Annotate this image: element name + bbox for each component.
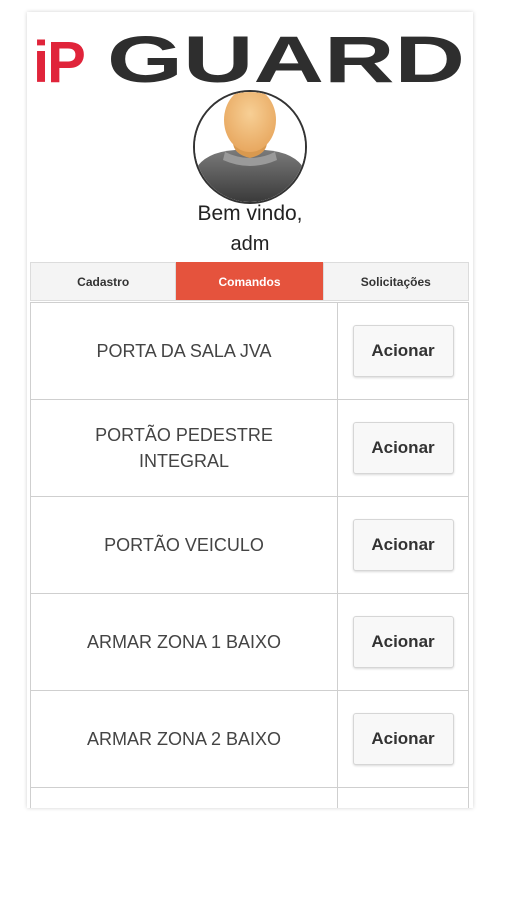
table-row: ARMAR ZONA 1 BAIXO Acionar [30, 594, 469, 691]
logo-prefix: iP [33, 30, 84, 94]
tab-comandos[interactable]: Comandos [176, 262, 323, 300]
commands-table: PORTA DA SALA JVA Acionar PORTÃO PEDESTR… [30, 302, 469, 808]
table-row-partial [30, 788, 469, 808]
username-text: adm [230, 233, 270, 255]
command-action-cell: Acionar [338, 594, 469, 690]
command-name: ARMAR ZONA 2 BAIXO [30, 691, 338, 787]
logo-main: GUARD [107, 22, 465, 94]
user-avatar [193, 90, 307, 204]
command-name [30, 788, 338, 808]
acionar-button[interactable]: Acionar [352, 713, 454, 765]
command-name: ARMAR ZONA 1 BAIXO [30, 594, 338, 690]
tab-cadastro[interactable]: Cadastro [30, 262, 177, 300]
command-action-cell: Acionar [338, 303, 469, 399]
table-row: PORTÃO VEICULO Acionar [30, 497, 469, 594]
acionar-button[interactable]: Acionar [352, 616, 454, 668]
command-action-cell: Acionar [338, 691, 469, 787]
command-action-cell: Acionar [338, 497, 469, 593]
acionar-button[interactable]: Acionar [352, 422, 454, 474]
command-action-cell [338, 788, 469, 808]
ipguard-logo: iP GUARD [33, 22, 465, 94]
acionar-button[interactable]: Acionar [352, 325, 454, 377]
command-name: PORTA DA SALA JVA [30, 303, 338, 399]
app-card: iP GUARD Bem vindo, adm Cadastro Comando… [27, 12, 473, 808]
table-row: PORTÃO PEDESTRE INTEGRAL Acionar [30, 400, 469, 497]
table-row: ARMAR ZONA 2 BAIXO Acionar [30, 691, 469, 788]
acionar-button[interactable]: Acionar [352, 519, 454, 571]
welcome-text: Bem vindo, [197, 202, 303, 225]
table-row: PORTA DA SALA JVA Acionar [30, 303, 469, 400]
user-silhouette-icon [195, 92, 305, 202]
command-action-cell: Acionar [338, 400, 469, 496]
command-name: PORTÃO VEICULO [30, 497, 338, 593]
tab-bar: Cadastro Comandos Solicitações [30, 262, 469, 301]
command-name: PORTÃO PEDESTRE INTEGRAL [30, 400, 338, 496]
tab-solicitacoes[interactable]: Solicitações [322, 262, 469, 300]
